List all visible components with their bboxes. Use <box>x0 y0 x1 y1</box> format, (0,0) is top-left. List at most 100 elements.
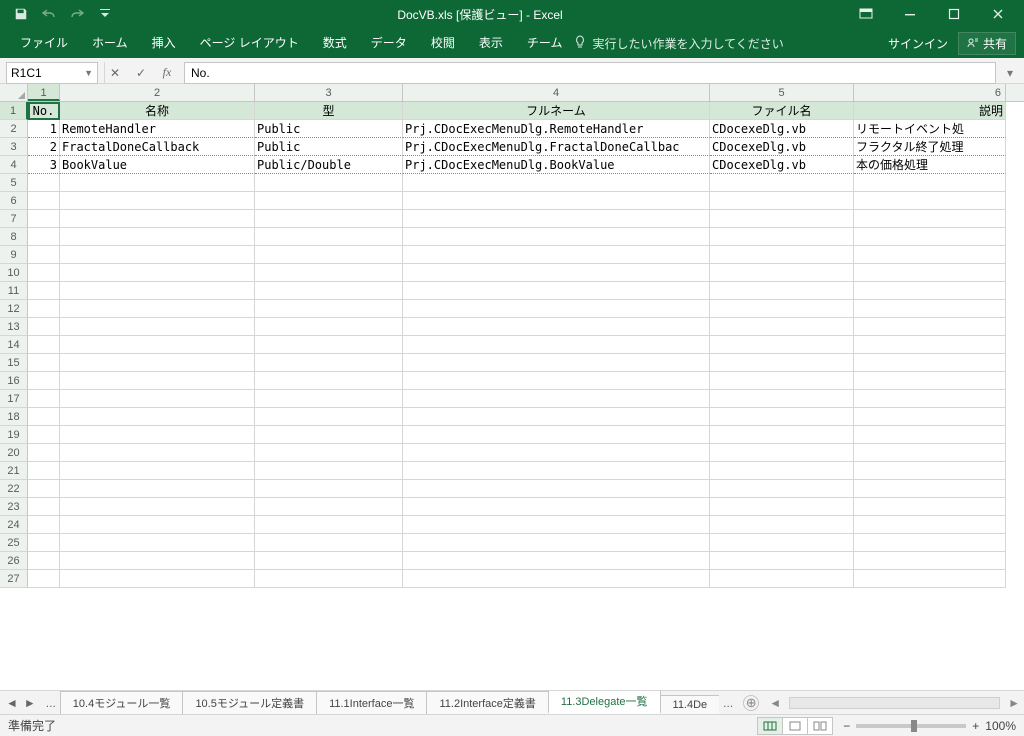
cell[interactable] <box>710 570 854 588</box>
header-cell[interactable]: フルネーム <box>403 102 710 120</box>
tab-team[interactable]: チーム <box>515 28 575 58</box>
cell[interactable] <box>854 354 1006 372</box>
cell[interactable] <box>403 462 710 480</box>
cell[interactable] <box>255 336 403 354</box>
cell[interactable] <box>854 372 1006 390</box>
cell[interactable] <box>255 390 403 408</box>
normal-view-icon[interactable] <box>757 717 783 735</box>
row-header[interactable]: 12 <box>0 300 28 318</box>
cell[interactable] <box>28 534 60 552</box>
cell[interactable]: CDocexeDlg.vb <box>710 138 854 156</box>
scroll-track[interactable] <box>789 697 1000 709</box>
cell[interactable] <box>854 534 1006 552</box>
header-cell[interactable]: 名称 <box>60 102 255 120</box>
row-header[interactable]: 21 <box>0 462 28 480</box>
cell[interactable]: 本の価格処理 <box>854 156 1006 174</box>
cell[interactable] <box>255 228 403 246</box>
cell[interactable]: BookValue <box>60 156 255 174</box>
cell[interactable] <box>60 192 255 210</box>
tab-data[interactable]: データ <box>359 28 419 58</box>
cell[interactable] <box>403 264 710 282</box>
cell[interactable] <box>403 516 710 534</box>
cell[interactable] <box>60 336 255 354</box>
row-header[interactable]: 24 <box>0 516 28 534</box>
cell[interactable] <box>710 390 854 408</box>
cell[interactable] <box>403 300 710 318</box>
cell[interactable]: Prj.CDocExecMenuDlg.BookValue <box>403 156 710 174</box>
cell[interactable] <box>255 570 403 588</box>
cell[interactable] <box>403 210 710 228</box>
cell[interactable] <box>854 516 1006 534</box>
cell[interactable]: FractalDoneCallback <box>60 138 255 156</box>
header-cell[interactable]: 型 <box>255 102 403 120</box>
cell[interactable]: Public <box>255 120 403 138</box>
cell[interactable] <box>854 228 1006 246</box>
cell[interactable] <box>255 264 403 282</box>
cell[interactable] <box>255 552 403 570</box>
cell[interactable] <box>403 444 710 462</box>
sheet-tab[interactable]: 10.4モジュール一覧 <box>60 691 184 714</box>
cell[interactable] <box>403 552 710 570</box>
cell[interactable] <box>28 552 60 570</box>
cell[interactable] <box>403 390 710 408</box>
sheet-prev-icon[interactable]: ◄ <box>6 696 18 710</box>
cell[interactable]: リモートイベント処 <box>854 120 1006 138</box>
cell[interactable] <box>28 282 60 300</box>
cell[interactable] <box>710 480 854 498</box>
share-button[interactable]: 共有 <box>958 32 1016 55</box>
cell[interactable] <box>854 570 1006 588</box>
cell[interactable] <box>710 282 854 300</box>
cell[interactable] <box>255 246 403 264</box>
cell[interactable] <box>403 570 710 588</box>
cell[interactable] <box>60 426 255 444</box>
row-header[interactable]: 8 <box>0 228 28 246</box>
cell[interactable] <box>403 228 710 246</box>
tab-home[interactable]: ホーム <box>80 28 140 58</box>
cell[interactable] <box>710 246 854 264</box>
cell[interactable] <box>28 336 60 354</box>
cell[interactable] <box>854 390 1006 408</box>
qat-customize-icon[interactable] <box>94 3 116 25</box>
tab-view[interactable]: 表示 <box>467 28 515 58</box>
row-header[interactable]: 7 <box>0 210 28 228</box>
cell[interactable] <box>60 174 255 192</box>
cell[interactable]: CDocexeDlg.vb <box>710 120 854 138</box>
cell[interactable] <box>60 354 255 372</box>
cell[interactable] <box>403 498 710 516</box>
col-header[interactable]: 2 <box>60 84 255 101</box>
tab-file[interactable]: ファイル <box>8 28 80 58</box>
cell[interactable] <box>403 318 710 336</box>
cell[interactable]: Prj.CDocExecMenuDlg.RemoteHandler <box>403 120 710 138</box>
chevron-down-icon[interactable]: ▼ <box>84 68 93 78</box>
cell[interactable] <box>255 408 403 426</box>
row-header[interactable]: 1 <box>0 102 28 120</box>
row-header[interactable]: 11 <box>0 282 28 300</box>
page-break-view-icon[interactable] <box>807 717 833 735</box>
scroll-left-icon[interactable]: ◄ <box>769 696 781 710</box>
cell[interactable] <box>403 480 710 498</box>
tab-pagelayout[interactable]: ページ レイアウト <box>188 28 311 58</box>
minimize-button[interactable] <box>888 0 932 28</box>
header-cell[interactable]: 説明 <box>854 102 1006 120</box>
cell[interactable] <box>60 498 255 516</box>
cell[interactable] <box>403 534 710 552</box>
cell[interactable] <box>60 570 255 588</box>
row-header[interactable]: 18 <box>0 408 28 426</box>
col-header[interactable]: 6 <box>854 84 1006 101</box>
cell[interactable] <box>28 408 60 426</box>
cell[interactable] <box>28 390 60 408</box>
save-icon[interactable] <box>10 3 32 25</box>
cell[interactable] <box>28 480 60 498</box>
row-header[interactable]: 14 <box>0 336 28 354</box>
redo-icon[interactable] <box>66 3 88 25</box>
header-cell[interactable]: ファイル名 <box>710 102 854 120</box>
cell[interactable] <box>255 192 403 210</box>
cell[interactable] <box>60 390 255 408</box>
cell[interactable] <box>60 246 255 264</box>
cell[interactable] <box>28 300 60 318</box>
ribbon-display-icon[interactable] <box>844 0 888 28</box>
cell[interactable] <box>710 516 854 534</box>
cell[interactable] <box>710 534 854 552</box>
cell[interactable] <box>403 246 710 264</box>
cell[interactable] <box>710 336 854 354</box>
